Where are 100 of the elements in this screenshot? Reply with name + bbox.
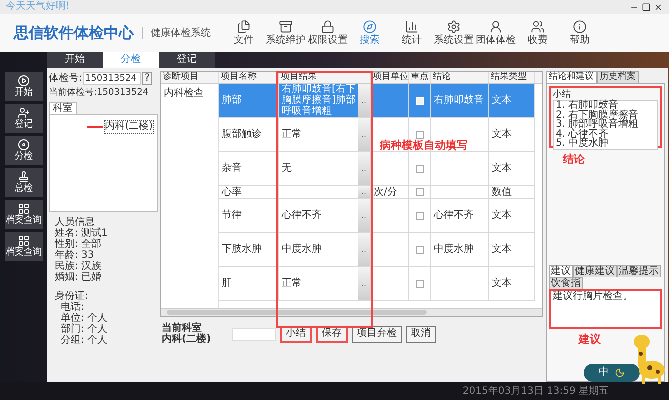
table-row[interactable]: 节律 心律不齐 .. 心律不齐 文本: [219, 199, 535, 233]
table-cell-text: 肝: [222, 277, 232, 291]
app-logo: 思信软件体检中心: [14, 22, 134, 44]
annotation-label: 结论: [562, 152, 586, 168]
table-row[interactable]: 肝 正常 .. 文本: [219, 267, 535, 301]
table-cell-text: 肺部: [222, 94, 242, 108]
toolbar-button[interactable]: 统计: [391, 20, 433, 46]
current-department: 内科(二楼): [162, 334, 212, 345]
toolbar-button[interactable]: 帮助: [559, 20, 601, 46]
status-datetime: 2015年03月13日 13:59 星期五: [462, 384, 609, 398]
summary-line: 1. 右肺叩鼓音: [556, 101, 619, 110]
toolbar-button[interactable]: 系统维护: [265, 20, 307, 46]
table-cell-text: 中度水肿: [434, 242, 474, 257]
app-subtitle: 健康体检系统: [151, 26, 211, 40]
picker-button[interactable]: ..: [358, 267, 370, 300]
toolbar-button[interactable]: 搜索: [349, 20, 391, 46]
picker-button[interactable]: ..: [358, 152, 370, 185]
summary-line: 2. 右下胸膜摩擦音: [556, 110, 640, 120]
tab[interactable]: 饮食指: [549, 276, 583, 288]
picker-button[interactable]: ..: [358, 199, 370, 232]
toolbar-button[interactable]: 团体体检: [475, 20, 517, 46]
grid-icon: [18, 203, 30, 215]
summary-textarea[interactable]: 1. 右肺叩鼓音 2. 右下胸膜摩擦音 3. 肺部呼吸音增粗 4. 心律不齐 5. 中度水肿: [553, 100, 658, 150]
checkbox[interactable]: [416, 188, 424, 196]
summary-line: 5. 中度水肿: [556, 139, 610, 148]
tab[interactable]: 结论和建议: [546, 71, 597, 83]
table-cell-text: 中度水肿: [282, 244, 323, 255]
current-department-label: 当前科室: [162, 323, 202, 334]
table-row[interactable]: 心率 .. 次/分 数值: [219, 186, 535, 199]
column-header[interactable]: 项目名称: [221, 73, 257, 82]
sidebar-button[interactable]: 档案查询: [4, 232, 42, 261]
current-number: 当前体检号:150313524: [49, 87, 150, 99]
user-icon: [489, 20, 503, 34]
advice-text: 建议行胸片检查。: [553, 290, 633, 302]
person-field: 电话:: [55, 302, 158, 313]
window-title: 今天天气好啊!: [6, 2, 70, 12]
tab[interactable]: 历史档案: [597, 71, 639, 83]
maximize-icon[interactable]: [642, 2, 651, 12]
action-button[interactable]: 取消: [406, 326, 436, 342]
toolbar-button[interactable]: 系统设置: [433, 20, 475, 46]
department-dropdown[interactable]: [232, 328, 276, 340]
picker-button[interactable]: ..: [358, 118, 370, 151]
annotation-mark: [87, 126, 104, 128]
close-icon[interactable]: [654, 2, 663, 12]
table-cell-text: 腹部触诊: [222, 128, 262, 142]
tab[interactable]: 建议: [549, 264, 573, 276]
toolbar-button[interactable]: 收费: [517, 20, 559, 46]
table-cell-text: 文本: [492, 208, 512, 223]
horizontal-scrollbar[interactable]: [161, 308, 542, 316]
tab[interactable]: 登记: [159, 52, 215, 68]
users-icon: [531, 20, 545, 34]
action-button[interactable]: 项目弃检: [352, 326, 402, 342]
checkbox[interactable]: [416, 130, 424, 138]
table-cell-text: 数值: [492, 186, 512, 200]
help-button[interactable]: ?: [142, 72, 152, 85]
summary-line: 4. 心律不齐: [556, 130, 610, 139]
person-field: 部门: 个人: [55, 324, 158, 335]
table-cell-text: 下肢水肿: [222, 242, 262, 257]
tab[interactable]: 温馨提示: [617, 264, 661, 276]
advice-textarea[interactable]: 建议行胸片检查。: [549, 288, 662, 328]
summary-line: 3. 肺部呼吸音增粗: [556, 120, 640, 130]
annotation-label: 病种模板自动填写: [380, 138, 468, 154]
person-field: 年龄: 33: [55, 250, 158, 261]
person-field: 性别: 全部: [55, 239, 158, 250]
picker-button[interactable]: ..: [358, 233, 370, 266]
checkbox[interactable]: [416, 164, 424, 172]
sidebar-button[interactable]: 分检: [4, 136, 42, 165]
tab[interactable]: 分检: [103, 52, 159, 68]
checkbox[interactable]: [416, 212, 424, 220]
department-tab[interactable]: 科室: [49, 102, 77, 114]
table-row[interactable]: 杂音 无 .. 文本: [219, 152, 535, 186]
table-cell-text: 节律: [222, 208, 242, 223]
files-icon: [237, 20, 251, 34]
table-row[interactable]: 下肢水肿 中度水肿 .. 中度水肿 文本: [219, 233, 535, 267]
person-field: 身份证:: [55, 291, 158, 302]
sidebar-button[interactable]: 开始: [4, 72, 42, 101]
section-title: 人员信息: [55, 217, 95, 228]
checkbox[interactable]: [416, 280, 424, 288]
table-cell-text: 右肺叩鼓音: [434, 94, 484, 108]
box-icon: [279, 20, 293, 34]
group-title: 小结: [553, 90, 572, 100]
person-field: 民族: 汉族: [55, 261, 158, 272]
table-cell-text: 无: [282, 163, 293, 174]
sidebar-button[interactable]: 登记: [4, 104, 42, 133]
sidebar-button[interactable]: 总检: [4, 168, 42, 197]
toolbar-button[interactable]: 权限设置: [307, 20, 349, 46]
exam-number-field[interactable]: 150313524: [83, 72, 142, 85]
tab[interactable]: 健康建议: [573, 264, 617, 276]
picker-button[interactable]: ..: [358, 186, 370, 198]
table-cell-text: 心律不齐: [282, 210, 323, 221]
tab[interactable]: 开始: [47, 52, 103, 68]
table-cell-text: 文本: [492, 276, 512, 291]
moon-icon: [615, 368, 625, 378]
department-item[interactable]: 内科(二楼): [104, 120, 154, 134]
checkbox[interactable]: [416, 246, 424, 254]
toolbar-button[interactable]: 文件: [223, 20, 265, 46]
sidebar-button[interactable]: 档案查询: [4, 200, 42, 229]
table-cell-text: 正常: [282, 278, 303, 289]
input-method-bar[interactable]: 中: [584, 364, 640, 382]
picker-button[interactable]: ..: [358, 84, 370, 117]
